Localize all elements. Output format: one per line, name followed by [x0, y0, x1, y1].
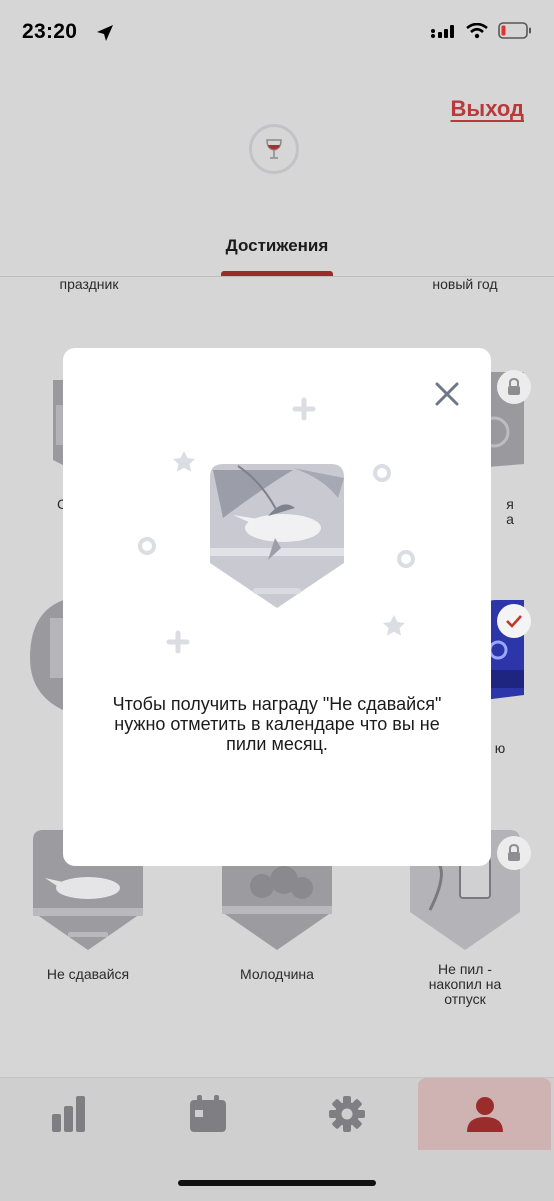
modal-message: Чтобы получить награду "Не сдавайся" нуж…: [112, 694, 442, 754]
achievement-label: праздник: [59, 276, 119, 292]
achievement-modal: Чтобы получить награду "Не сдавайся" нуж…: [63, 348, 491, 866]
plus-decoration: [166, 630, 190, 654]
nav-stats[interactable]: [0, 1078, 138, 1150]
ring-decoration: [138, 537, 156, 555]
achievement-label-fragment: яа: [506, 496, 514, 527]
star-decoration: [173, 451, 195, 472]
lock-icon: [508, 844, 520, 861]
profile-icon: [466, 1097, 503, 1132]
achievement-label: Не пил - накопил на отпуск: [428, 961, 502, 1007]
ring-decoration: [373, 464, 391, 482]
lock-icon: [508, 378, 520, 395]
lock-badge: [497, 370, 531, 404]
exit-link[interactable]: Выход: [451, 96, 524, 122]
achievement-label: Не сдавайся: [46, 966, 130, 982]
nav-calendar[interactable]: [139, 1078, 277, 1150]
battery-icon: [498, 22, 531, 39]
chart-icon: [52, 1096, 85, 1132]
wine-glass-icon: [266, 139, 282, 159]
achievement-label: Молодчина: [240, 966, 314, 982]
location-arrow-icon: [97, 25, 113, 41]
nav-profile[interactable]: [418, 1078, 551, 1150]
ring-decoration: [397, 550, 415, 568]
tab-achievements[interactable]: Достижения: [0, 236, 554, 256]
lock-badge: [497, 836, 531, 870]
status-icons: [430, 22, 532, 39]
status-time: 23:20: [22, 20, 78, 43]
earned-check-badge: [497, 604, 531, 638]
achievement-illustration: [138, 397, 415, 654]
avatar[interactable]: [249, 124, 299, 174]
gear-icon: [329, 1096, 365, 1132]
plus-decoration: [292, 397, 316, 421]
wifi-icon: [466, 22, 488, 38]
signal-icon: [431, 24, 454, 38]
check-icon: [506, 615, 522, 628]
calendar-icon: [190, 1095, 226, 1132]
achievement-label: новый год: [432, 276, 498, 292]
achievement-label-fragment: ю: [494, 740, 506, 756]
nav-settings[interactable]: [278, 1078, 416, 1150]
star-decoration: [383, 615, 405, 636]
home-indicator: [178, 1180, 376, 1186]
